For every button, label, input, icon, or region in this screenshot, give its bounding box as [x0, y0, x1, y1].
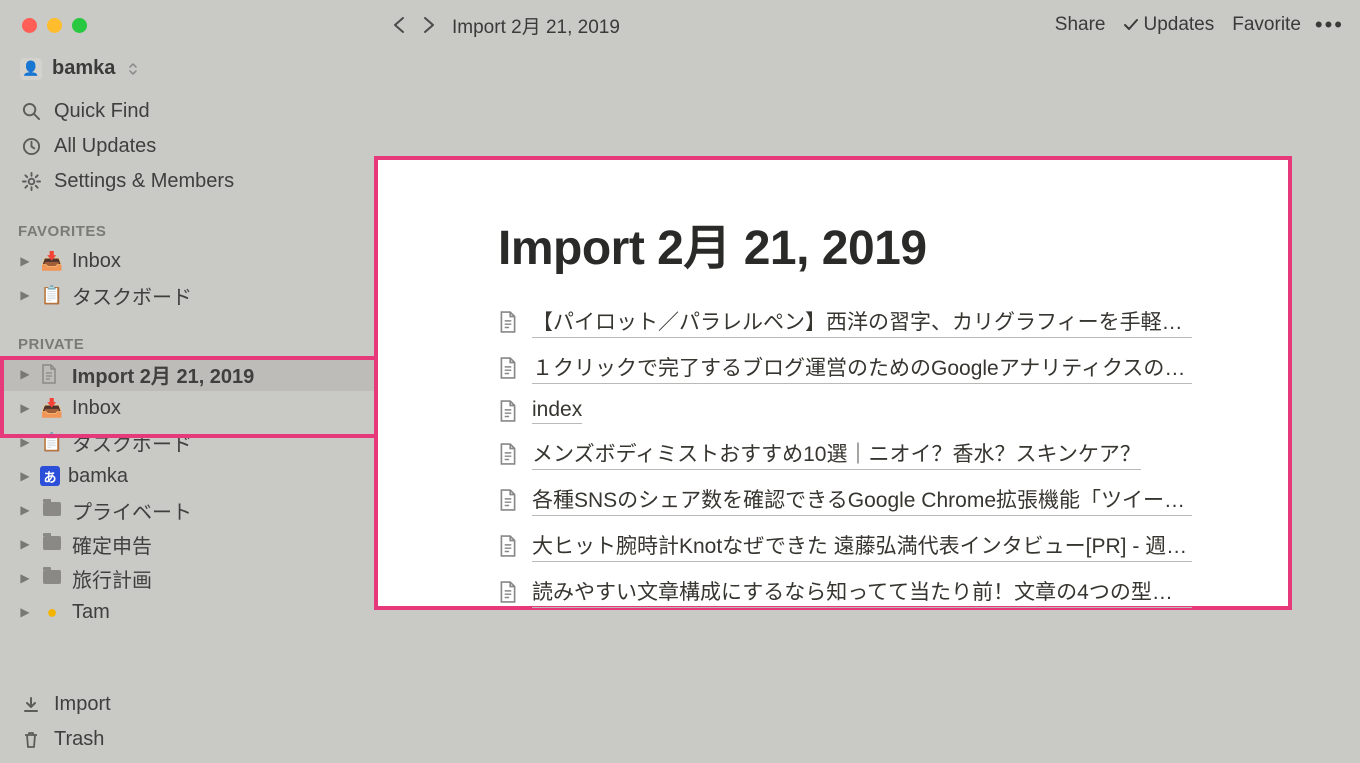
trash-icon [20, 731, 42, 749]
tree-item-label: Inbox [72, 250, 121, 273]
settings-label: Settings & Members [54, 170, 234, 193]
custom-icon: あ [40, 466, 60, 486]
favorites-section-label: FAVORITES [0, 199, 374, 244]
page-icon [498, 311, 518, 333]
page-icon [498, 400, 518, 422]
window-zoom-button[interactable] [72, 18, 87, 33]
quick-find-label: Quick Find [54, 100, 150, 123]
favorites-item-inbox[interactable]: ▶ 📥 Inbox [0, 244, 374, 278]
private-section-label: PRIVATE [0, 312, 374, 357]
settings-members[interactable]: Settings & Members [0, 164, 374, 199]
download-icon [20, 696, 42, 714]
page-subpage-link[interactable]: 読みやすい文章構成にするなら知ってて当たり前！文章の4つの型を解説 [498, 576, 1192, 608]
workspace-avatar: 👤 [20, 58, 42, 80]
page-subpage-link[interactable]: 【パイロット／パラレルペン】西洋の習字、カリグラフィーを手軽に始められる... [498, 306, 1192, 338]
favorite-button[interactable]: Favorite [1232, 14, 1301, 36]
import-button[interactable]: Import [0, 687, 374, 722]
disclosure-triangle-icon[interactable]: ▶ [18, 288, 32, 302]
window-controls [0, 0, 374, 33]
page-subpage-label: 大ヒット腕時計Knotなぜできた 遠藤弘満代表インタビュー[PR] - 週刊アス… [532, 530, 1192, 562]
tree-item-label: 旅行計画 [72, 564, 152, 593]
chevron-updown-icon [127, 62, 139, 76]
page-subpage-link[interactable]: １クリックで完了するブログ運営のためのGoogleアナリティクスのマイレポー..… [498, 352, 1192, 384]
more-button[interactable]: ••• [1315, 12, 1344, 38]
folder-icon [40, 534, 64, 555]
page-icon [498, 443, 518, 465]
sidebar: 👤 bamka Quick Find All Updates Settings … [0, 0, 374, 763]
page-list: 【パイロット／パラレルペン】西洋の習字、カリグラフィーを手軽に始められる... １… [498, 306, 1192, 608]
inbox-icon: 📥 [40, 251, 64, 272]
folder-icon [40, 568, 64, 589]
tree-item-label: Tam [72, 601, 110, 624]
tree-item-label: bamka [68, 465, 128, 488]
page-subpage-link[interactable]: 大ヒット腕時計Knotなぜできた 遠藤弘満代表インタビュー[PR] - 週刊アス… [498, 530, 1192, 562]
page-content-card: Import 2月 21, 2019 【パイロット／パラレルペン】西洋の習字、カ… [374, 156, 1292, 610]
disclosure-triangle-icon[interactable]: ▶ [18, 571, 32, 585]
circle-icon: ● [40, 602, 64, 623]
page-subpage-label: 読みやすい文章構成にするなら知ってて当たり前！文章の4つの型を解説 [532, 576, 1192, 608]
search-icon [20, 102, 42, 121]
page-subpage-label: index [532, 398, 582, 424]
back-button[interactable] [390, 15, 418, 35]
window-minimize-button[interactable] [47, 18, 62, 33]
page-subpage-link[interactable]: メンズボディミストおすすめ10選｜ニオイ？香水？スキンケア？ [498, 438, 1192, 470]
private-item-tam[interactable]: ▶ ● Tam [0, 595, 374, 629]
breadcrumb[interactable]: Import 2月 21, 2019 [452, 12, 620, 39]
disclosure-triangle-icon[interactable]: ▶ [18, 469, 32, 483]
page-subpage-label: 【パイロット／パラレルペン】西洋の習字、カリグラフィーを手軽に始められる... [532, 306, 1192, 338]
page-icon [498, 535, 518, 557]
workspace-name: bamka [52, 57, 115, 80]
share-button[interactable]: Share [1055, 14, 1106, 36]
forward-button[interactable] [418, 15, 446, 35]
nav-primary: Quick Find All Updates Settings & Member… [0, 94, 374, 199]
annotation-highlight-sidebar [0, 356, 374, 438]
import-label: Import [54, 693, 111, 716]
page-icon [498, 581, 518, 603]
gear-icon [20, 172, 42, 191]
updates-button[interactable]: Updates [1123, 14, 1214, 36]
page-icon [498, 489, 518, 511]
page-title[interactable]: Import 2月 21, 2019 [498, 208, 1192, 278]
page-icon [498, 357, 518, 379]
updates-label: Updates [1143, 14, 1214, 36]
favorites-item-taskboard[interactable]: ▶ 📋 タスクボード [0, 278, 374, 312]
page-subpage-label: １クリックで完了するブログ運営のためのGoogleアナリティクスのマイレポー..… [532, 352, 1192, 384]
disclosure-triangle-icon[interactable]: ▶ [18, 605, 32, 619]
disclosure-triangle-icon[interactable]: ▶ [18, 537, 32, 551]
trash-label: Trash [54, 728, 104, 751]
page-subpage-label: メンズボディミストおすすめ10選｜ニオイ？香水？スキンケア？ [532, 438, 1141, 470]
private-item-bamka[interactable]: ▶ あ bamka [0, 459, 374, 493]
checkmark-icon [1123, 17, 1139, 33]
private-item-travel-folder[interactable]: ▶ 旅行計画 [0, 561, 374, 595]
disclosure-triangle-icon[interactable]: ▶ [18, 254, 32, 268]
private-item-tax-folder[interactable]: ▶ 確定申告 [0, 527, 374, 561]
private-item-private-folder[interactable]: ▶ プライベート [0, 493, 374, 527]
all-updates[interactable]: All Updates [0, 129, 374, 164]
tree-item-label: 確定申告 [72, 530, 152, 559]
main-area: Import 2月 21, 2019 Share Updates Favorit… [374, 0, 1360, 763]
favorites-list: ▶ 📥 Inbox ▶ 📋 タスクボード [0, 244, 374, 312]
sidebar-bottom: Import Trash [0, 687, 374, 757]
tree-item-label: タスクボード [72, 281, 192, 310]
topbar: Import 2月 21, 2019 Share Updates Favorit… [374, 0, 1360, 50]
tree-item-label: プライベート [72, 496, 192, 525]
page-subpage-label: 各種SNSのシェア数を確認できるGoogle Chrome拡張機能「ツイートカウ… [532, 484, 1192, 516]
page-subpage-link[interactable]: 各種SNSのシェア数を確認できるGoogle Chrome拡張機能「ツイートカウ… [498, 484, 1192, 516]
all-updates-label: All Updates [54, 135, 156, 158]
quick-find[interactable]: Quick Find [0, 94, 374, 129]
folder-icon [40, 500, 64, 521]
clock-icon [20, 137, 42, 156]
window-close-button[interactable] [22, 18, 37, 33]
disclosure-triangle-icon[interactable]: ▶ [18, 503, 32, 517]
workspace-switcher[interactable]: 👤 bamka [0, 33, 374, 80]
page-subpage-link[interactable]: index [498, 398, 1192, 424]
trash-button[interactable]: Trash [0, 722, 374, 757]
clipboard-icon: 📋 [40, 285, 64, 306]
